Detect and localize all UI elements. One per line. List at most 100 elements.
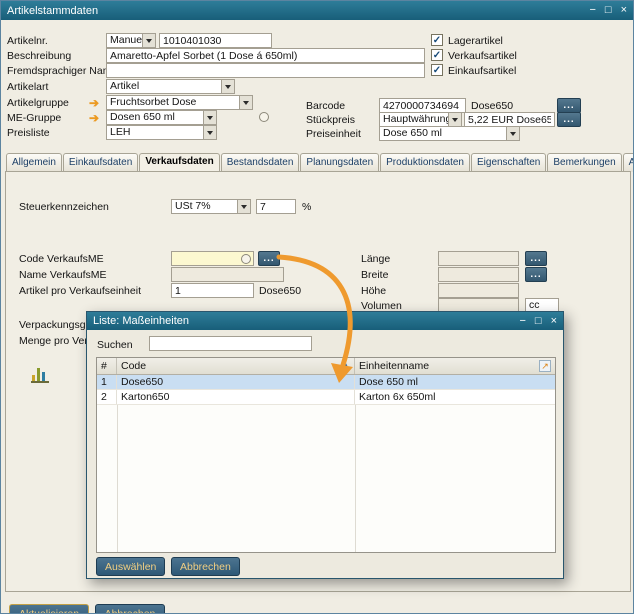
artikel-pro-ve-unit: Dose650 [259, 285, 302, 297]
table-row[interactable]: 2 Karton650 Karton 6x 650ml [97, 390, 555, 405]
beschreibung-label: Beschreibung [7, 50, 72, 62]
column-divider [117, 405, 118, 552]
artikelnr-input[interactable] [159, 33, 272, 48]
link-arrow-icon[interactable]: ➔ [89, 112, 99, 124]
sort-asc-icon: ▲ [342, 361, 350, 370]
waehrung-value: Hauptwährung [383, 113, 448, 125]
tab-einkaufsdaten[interactable]: Einkaufsdaten [62, 153, 139, 172]
chevron-down-icon [142, 34, 155, 47]
dialog-titlebar[interactable]: Liste: Maßeinheiten − □ × [87, 312, 563, 330]
artikelart-dropdown[interactable]: Artikel [106, 79, 235, 94]
preiseinheit-value: Dose 650 ml [383, 127, 442, 139]
tab-produktionsdaten[interactable]: Produktionsdaten [380, 153, 470, 172]
code-verkaufsme-label: Code VerkaufsME [19, 253, 104, 265]
column-header-code[interactable]: Code ▲ [117, 358, 355, 374]
masseinheiten-table: # Code ▲ Einheitenname ↗ 1 Dose650 Dose … [96, 357, 556, 553]
chevron-down-icon [203, 126, 216, 139]
artikelart-label: Artikelart [7, 81, 49, 93]
preiseinheit-dropdown[interactable]: Dose 650 ml [379, 126, 520, 141]
row-number: 2 [97, 390, 117, 404]
check-icon: ✓ [432, 35, 442, 46]
row-code: Karton650 [117, 390, 355, 404]
suchen-input[interactable] [149, 336, 312, 351]
aktualisieren-button[interactable]: Aktualisieren [9, 604, 89, 613]
fremdsprachiger-name-label: Fremdsprachiger Name [7, 65, 118, 77]
table-row[interactable]: 1 Dose650 Dose 650 ml [97, 375, 555, 390]
artikelnr-mode-value: Manuell [110, 34, 142, 46]
tab-anhaenge[interactable]: Anhänge [622, 153, 633, 172]
checkbox-verkaufsartikel[interactable]: ✓ [431, 49, 443, 61]
beschreibung-input[interactable] [106, 48, 425, 63]
suchen-label: Suchen [97, 339, 133, 351]
steuer-prozent-input[interactable] [256, 199, 296, 214]
column-header-name-label: Einheitenname [359, 360, 430, 372]
close-icon[interactable]: × [621, 5, 627, 16]
minimize-icon[interactable]: − [589, 5, 595, 16]
waehrung-dropdown[interactable]: Hauptwährung [379, 112, 462, 127]
dialog-close-icon[interactable]: × [551, 315, 557, 327]
grid-link-icon[interactable]: ↗ [539, 360, 551, 372]
chevron-down-icon [221, 80, 234, 93]
artikel-pro-ve-input[interactable] [171, 283, 254, 298]
window-titlebar[interactable]: Artikelstammdaten − □ × [1, 1, 633, 20]
stueckpreis-label: Stückpreis [306, 114, 356, 126]
tab-planungsdaten[interactable]: Planungsdaten [300, 153, 380, 172]
tab-verkaufsdaten[interactable]: Verkaufsdaten [139, 153, 220, 172]
link-arrow-icon[interactable]: ➔ [89, 97, 99, 109]
artikelart-value: Artikel [110, 80, 140, 92]
tab-allgemein[interactable]: Allgemein [6, 153, 62, 172]
tab-bestandsdaten[interactable]: Bestandsdaten [220, 153, 300, 172]
steuerkennzeichen-label: Steuerkennzeichen [19, 201, 109, 213]
me-gruppe-dropdown[interactable]: Dosen 650 ml [106, 110, 217, 125]
column-header-code-label: Code [121, 360, 147, 372]
dialog-maximize-icon[interactable]: □ [535, 315, 542, 327]
check-icon: ✓ [432, 50, 442, 61]
barcode-unit: Dose650 [471, 100, 514, 112]
table-header-row: # Code ▲ Einheitenname ↗ [97, 358, 555, 375]
choose-from-list-icon[interactable] [241, 254, 251, 264]
tab-eigenschaften[interactable]: Eigenschaften [470, 153, 547, 172]
breite-input[interactable] [438, 267, 519, 282]
verkaufsartikel-label: Verkaufsartikel [448, 50, 517, 62]
preisliste-dropdown[interactable]: LEH [106, 125, 217, 140]
auswaehlen-button[interactable]: Auswählen [96, 557, 166, 576]
checkbox-lagerartikel[interactable]: ✓ [431, 34, 443, 46]
hoehe-input[interactable] [438, 283, 519, 298]
code-verkaufsme-browse-button[interactable]: ... [258, 251, 280, 266]
laenge-browse-button[interactable]: ... [525, 251, 547, 266]
chart-icon[interactable] [31, 367, 49, 383]
maximize-icon[interactable]: □ [605, 5, 612, 16]
artikelnr-label: Artikelnr. [7, 35, 48, 47]
steuerkennzeichen-dropdown[interactable]: USt 7% [171, 199, 251, 214]
barcode-browse-button[interactable]: ... [557, 98, 581, 113]
table-body: 1 Dose650 Dose 650 ml 2 Karton650 Karton… [97, 375, 555, 552]
tab-bemerkungen[interactable]: Bemerkungen [547, 153, 622, 172]
footer-abbrechen-button[interactable]: Abbrechen [95, 604, 165, 613]
preiseinheit-label: Preiseinheit [306, 128, 361, 140]
barcode-input[interactable] [379, 98, 466, 113]
row-name: Dose 650 ml [359, 376, 418, 388]
stueckpreis-browse-button[interactable]: ... [557, 112, 581, 127]
dialog-minimize-icon[interactable]: − [519, 315, 525, 327]
abbrechen-button[interactable]: Abbrechen [171, 557, 240, 576]
window-title: Artikelstammdaten [7, 4, 99, 17]
name-verkaufsme-input[interactable] [171, 267, 284, 282]
lagerartikel-label: Lagerartikel [448, 35, 503, 47]
stueckpreis-input[interactable] [464, 112, 555, 127]
laenge-input[interactable] [438, 251, 519, 266]
laenge-label: Länge [361, 253, 391, 265]
info-icon[interactable] [259, 112, 269, 122]
einkaufsartikel-label: Einkaufsartikel [448, 65, 517, 77]
hoehe-label: Höhe [361, 285, 387, 297]
steuerkennzeichen-value: USt 7% [175, 200, 211, 212]
column-header-num[interactable]: # [97, 358, 117, 374]
fremdsprachiger-name-input[interactable] [106, 63, 425, 78]
row-code: Dose650 [117, 375, 355, 389]
checkbox-einkaufsartikel[interactable]: ✓ [431, 64, 443, 76]
dialog-title: Liste: Maßeinheiten [93, 315, 189, 327]
chevron-down-icon [448, 113, 461, 126]
artikelnr-mode-dropdown[interactable]: Manuell [106, 33, 156, 48]
column-header-name[interactable]: Einheitenname ↗ [355, 358, 555, 374]
breite-browse-button[interactable]: ... [525, 267, 547, 282]
artikelgruppe-dropdown[interactable]: Fruchtsorbet Dose [106, 95, 253, 110]
